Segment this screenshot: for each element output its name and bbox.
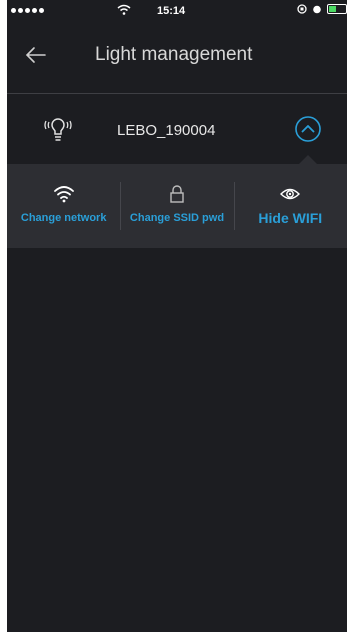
wifi-icon	[53, 186, 74, 203]
device-name: LEBO_190004	[117, 122, 216, 139]
wifi-status-icon	[117, 4, 131, 15]
status-time: 15:14	[157, 5, 186, 17]
device-row[interactable]: LEBO_190004	[7, 108, 347, 154]
page-title: Light management	[95, 44, 253, 65]
change-ssid-pwd-button[interactable]: Change SSID pwd	[120, 164, 233, 248]
change-network-label: Change network	[20, 212, 107, 224]
hide-wifi-button[interactable]: Hide WIFI	[233, 164, 347, 248]
rotation-lock-icon	[297, 4, 307, 14]
header: Light management	[7, 30, 347, 80]
status-bar: 15:14	[7, 0, 347, 22]
change-ssid-pwd-label: Change SSID pwd	[129, 212, 225, 224]
eye-icon	[280, 188, 301, 200]
change-network-button[interactable]: Change network	[7, 164, 120, 248]
chevron-up-icon[interactable]	[293, 114, 323, 144]
alarm-icon	[313, 5, 321, 14]
back-arrow-icon[interactable]	[25, 40, 55, 70]
panel-pointer	[299, 155, 317, 164]
light-bulb-icon	[44, 118, 72, 141]
app-screen: 15:14 Light management LEBO_190004 Chang…	[7, 0, 347, 632]
header-divider	[7, 93, 347, 94]
action-panel: Change network Change SSID pwd Hide WIFI	[7, 164, 347, 248]
status-indicators	[297, 4, 347, 14]
signal-strength-icon	[11, 8, 44, 13]
lock-icon	[170, 185, 184, 203]
battery-icon	[327, 4, 347, 14]
hide-wifi-label: Hide WIFI	[258, 210, 323, 226]
